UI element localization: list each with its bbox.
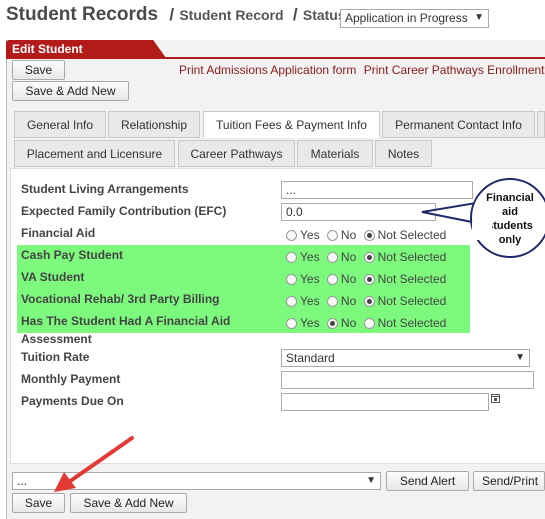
va-yes-radio[interactable] — [286, 274, 297, 285]
cash-pay-not-selected-radio[interactable] — [363, 252, 375, 263]
radio-label: Not Selected — [377, 228, 447, 242]
assessment-label: Assessment — [21, 332, 92, 346]
had-aid-yes-radio[interactable] — [286, 318, 297, 329]
payments-due-label: Payments Due On — [21, 394, 124, 408]
radio-label: Yes — [300, 228, 320, 242]
print-admissions-link[interactable]: Print Admissions Application form — [179, 63, 356, 77]
va-no-radio[interactable] — [326, 274, 338, 285]
financial-aid-not-selected-radio[interactable] — [363, 230, 375, 241]
cash-pay-yes-radio[interactable] — [286, 252, 297, 263]
tuition-rate-select[interactable]: Standard ▼ — [281, 349, 530, 367]
radio-label: Yes — [300, 272, 320, 286]
tab-notes[interactable]: Notes — [375, 140, 432, 167]
panel-title: Edit Student — [6, 40, 166, 58]
had-financial-aid-label: Has The Student Had A Financial Aid — [21, 314, 231, 328]
breadcrumb-student-record[interactable]: Student Record — [179, 7, 283, 23]
print-links: Print Admissions Application form Print … — [179, 63, 545, 77]
breadcrumb-separator: / — [292, 5, 298, 24]
living-arrangements-select[interactable]: ... — [281, 181, 473, 199]
panel-divider — [6, 57, 545, 59]
page-title: Student Records / Student Record / Statu… — [6, 4, 346, 26]
radio-label: No — [340, 316, 357, 330]
callout-line: aid — [502, 206, 518, 218]
radio-label: No — [340, 250, 357, 264]
callout-joint — [472, 222, 492, 240]
financial-aid-callout: Financial aid students only — [470, 178, 545, 258]
financial-aid-yes-radio[interactable] — [286, 230, 297, 241]
radio-label: No — [340, 294, 357, 308]
annotation-arrow — [54, 436, 134, 492]
cash-pay-no-radio[interactable] — [326, 252, 338, 263]
cash-pay-label: Cash Pay Student — [21, 248, 124, 262]
va-not-selected-radio[interactable] — [363, 274, 375, 285]
tab-materials[interactable]: Materials — [297, 140, 373, 167]
tab-tuition-fees[interactable]: Tuition Fees & Payment Info — [203, 111, 380, 138]
vocational-rehab-radio-group: Yes No Not Selected — [286, 294, 446, 308]
tuition-rate-value: Standard — [286, 351, 335, 365]
financial-aid-label: Financial Aid — [21, 226, 96, 240]
tab-permanent-contact[interactable]: Permanent Contact Info — [382, 111, 535, 138]
radio-label: Not Selected — [377, 316, 447, 330]
send-alert-button[interactable]: Send Alert — [386, 471, 469, 491]
cash-pay-radio-group: Yes No Not Selected — [286, 250, 446, 264]
monthly-payment-input[interactable] — [281, 371, 534, 389]
radio-label: Yes — [300, 294, 320, 308]
had-aid-radio-group: Yes No Not Selected — [286, 316, 446, 330]
tab-general-info[interactable]: General Info — [14, 111, 106, 138]
radio-label: Not Selected — [377, 272, 447, 286]
radio-label: No — [340, 272, 357, 286]
vocational-rehab-label: Vocational Rehab/ 3rd Party Billing — [21, 292, 220, 306]
tab-relationship[interactable]: Relationship — [108, 111, 200, 138]
print-career-link[interactable]: Print Career Pathways Enrollment — [364, 63, 545, 77]
tuition-rate-label: Tuition Rate — [21, 350, 90, 364]
radio-label: Yes — [300, 316, 320, 330]
chevron-down-icon: ▼ — [474, 12, 484, 23]
calendar-icon[interactable] — [491, 393, 500, 406]
radio-label: Not Selected — [377, 294, 447, 308]
radio-label: Not Selected — [377, 250, 447, 264]
save-add-new-button-top[interactable]: Save & Add New — [12, 81, 129, 101]
voc-no-radio[interactable] — [326, 296, 338, 307]
save-button-top[interactable]: Save — [12, 60, 65, 80]
radio-label: Yes — [300, 250, 320, 264]
tab-career-pathways[interactable]: Career Pathways — [178, 140, 295, 167]
voc-not-selected-radio[interactable] — [363, 296, 375, 307]
had-aid-not-selected-radio[interactable] — [363, 318, 375, 329]
va-student-label: VA Student — [21, 270, 85, 284]
payments-due-input[interactable] — [281, 393, 489, 411]
status-select-value: Application in Progress — [345, 11, 468, 25]
status-select[interactable]: Application in Progress ▼ — [340, 9, 489, 28]
send-print-button[interactable]: Send/Print — [473, 471, 545, 491]
tab-placement-licensure[interactable]: Placement and Licensure — [14, 140, 175, 167]
callout-line: Financial — [486, 192, 534, 204]
alert-template-value: ... — [17, 474, 28, 488]
chevron-down-icon: ▼ — [515, 352, 525, 363]
efc-label: Expected Family Contribution (EFC) — [21, 204, 227, 218]
had-aid-no-radio[interactable] — [326, 318, 338, 329]
financial-aid-no-radio[interactable] — [326, 230, 338, 241]
va-student-radio-group: Yes No Not Selected — [286, 272, 446, 286]
chevron-down-icon: ▼ — [366, 475, 376, 486]
radio-label: No — [340, 228, 357, 242]
financial-aid-radio-group: Yes No Not Selected — [286, 228, 446, 242]
living-arrangements-label: Student Living Arrangements — [21, 182, 189, 196]
monthly-payment-label: Monthly Payment — [21, 372, 121, 386]
tab-overflow[interactable] — [537, 111, 545, 138]
voc-yes-radio[interactable] — [286, 296, 297, 307]
breadcrumb-root: Student Records — [6, 4, 159, 25]
efc-input[interactable]: 0.0 — [281, 203, 436, 221]
breadcrumb-separator: / — [169, 5, 175, 24]
